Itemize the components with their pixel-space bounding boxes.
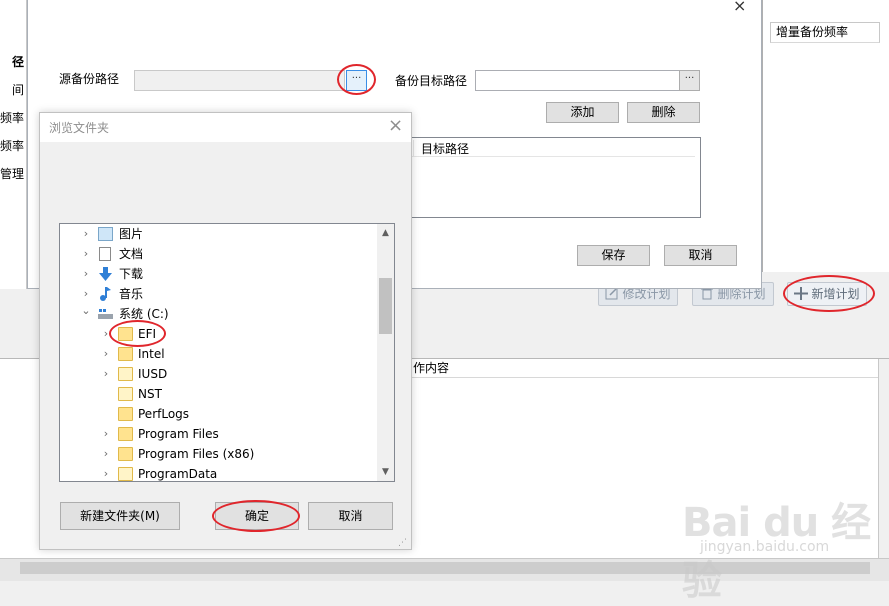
tree-item-label: EFI [138,327,157,341]
tree-item-pictures[interactable]: › 图片 [60,224,378,244]
folder-icon [118,367,133,381]
expand-arrow-icon[interactable]: › [100,464,112,481]
baidu-watermark-url: jingyan.baidu.com [700,539,830,555]
left-label-frequency: 频率 [0,111,24,125]
downloads-icon [98,267,113,281]
delete-target-button[interactable]: 删除 [627,102,700,123]
tree-item-program-files-x86[interactable]: › Program Files (x86) [60,444,378,464]
tree-item-label: Program Files (x86) [138,447,255,461]
folder-icon [118,347,133,361]
left-label-path: 径 [11,55,24,69]
expand-arrow-icon[interactable]: › [100,344,112,364]
target-path-field[interactable] [475,70,680,91]
expand-arrow-icon[interactable]: › [100,444,112,464]
delete-plan-label: 删除计划 [717,287,766,301]
target-browse-button[interactable]: ··· [679,70,700,91]
left-label-time: 间 [11,83,24,97]
source-browse-button[interactable]: ··· [346,70,367,91]
resize-grip-icon[interactable]: ⋰ [398,538,407,548]
tree-item-label: ProgramData [138,467,218,481]
column-header-incremental-frequency: 增量备份频率 [770,22,880,43]
tree-item-programdata[interactable]: › ProgramData [60,464,378,481]
tree-item-nst[interactable]: NST [60,384,378,404]
new-folder-button[interactable]: 新建文件夹(M) [60,502,180,530]
tree-item-label: PerfLogs [138,407,190,421]
cancel-button[interactable]: 取消 [664,245,737,266]
add-plan-label: 新增计划 [811,287,860,301]
folder-icon [118,427,133,441]
expand-arrow-icon[interactable]: › [100,424,112,444]
tree-item-documents[interactable]: › 文档 [60,244,378,264]
expand-arrow-icon[interactable]: › [80,264,92,284]
expand-arrow-icon[interactable]: › [100,364,112,384]
left-label-frequency-2: 频率 [0,139,24,153]
tree-item-label: 系统 (C:) [119,307,169,321]
tree-item-label: NST [138,387,162,401]
source-path-label: 源备份路径 [59,72,120,86]
tree-item-label: Program Files [138,427,219,441]
folder-icon [118,407,133,421]
tree-item-intel[interactable]: › Intel [60,344,378,364]
column-separator [413,140,414,156]
tree-item-label: 音乐 [119,287,144,301]
left-panel: 径 间 频率 频率 管理 [0,0,27,289]
folder-icon [118,327,133,341]
expand-arrow-icon[interactable]: › [80,224,92,244]
tree-item-iusd[interactable]: › IUSD [60,364,378,384]
source-path-field[interactable] [134,70,345,91]
target-path-label: 备份目标路径 [395,74,468,88]
tree-item-label: 下载 [119,267,144,281]
music-icon [98,287,113,301]
column-header-target-path[interactable]: 目标路径 [421,140,469,157]
drive-icon [98,307,113,321]
column-header-operation-content: 作内容 [410,359,878,378]
tree-item-perflogs[interactable]: PerfLogs [60,404,378,424]
documents-icon [99,247,111,261]
tree-item-music[interactable]: › 音乐 [60,284,378,304]
folder-icon [118,447,133,461]
add-plan-button[interactable]: 新增计划 [787,282,867,306]
browse-dialog-title: 浏览文件夹 [49,121,110,135]
ok-button[interactable]: 确定 [215,502,299,530]
folder-tree[interactable]: › 图片 › 文档 › 下载 › 音乐 ⌄ 系统 (C:) › EFI › In… [59,223,395,482]
tree-item-downloads[interactable]: › 下载 [60,264,378,284]
folder-icon [118,467,133,481]
collapse-arrow-icon[interactable]: ⌄ [80,301,92,321]
scroll-up-arrow-icon[interactable]: ▲ [379,228,392,238]
add-target-button[interactable]: 添加 [546,102,619,123]
plus-icon [794,285,809,300]
tree-item-label: 文档 [119,247,144,261]
browse-cancel-button[interactable]: 取消 [308,502,393,530]
tree-vertical-scrollbar[interactable] [377,224,394,481]
folder-icon [118,387,133,401]
dialog-close-button[interactable]: × [733,0,746,15]
edit-plan-label: 修改计划 [622,287,671,301]
browse-close-button[interactable]: × [388,115,403,136]
tree-item-drive-c[interactable]: ⌄ 系统 (C:) [60,304,378,324]
tree-item-efi[interactable]: › EFI [60,324,378,344]
tree-item-program-files[interactable]: › Program Files [60,424,378,444]
expand-arrow-icon[interactable]: › [100,324,112,344]
left-label-manage: 管理 [0,167,24,181]
pictures-icon [98,227,113,241]
tree-item-label: Intel [138,347,165,361]
tree-scrollbar-thumb[interactable] [379,278,392,334]
scroll-down-arrow-icon[interactable]: ▼ [379,467,392,477]
tree-item-label: 图片 [119,227,144,241]
expand-arrow-icon[interactable]: › [80,244,92,264]
save-button[interactable]: 保存 [577,245,650,266]
tree-item-label: IUSD [138,367,168,381]
